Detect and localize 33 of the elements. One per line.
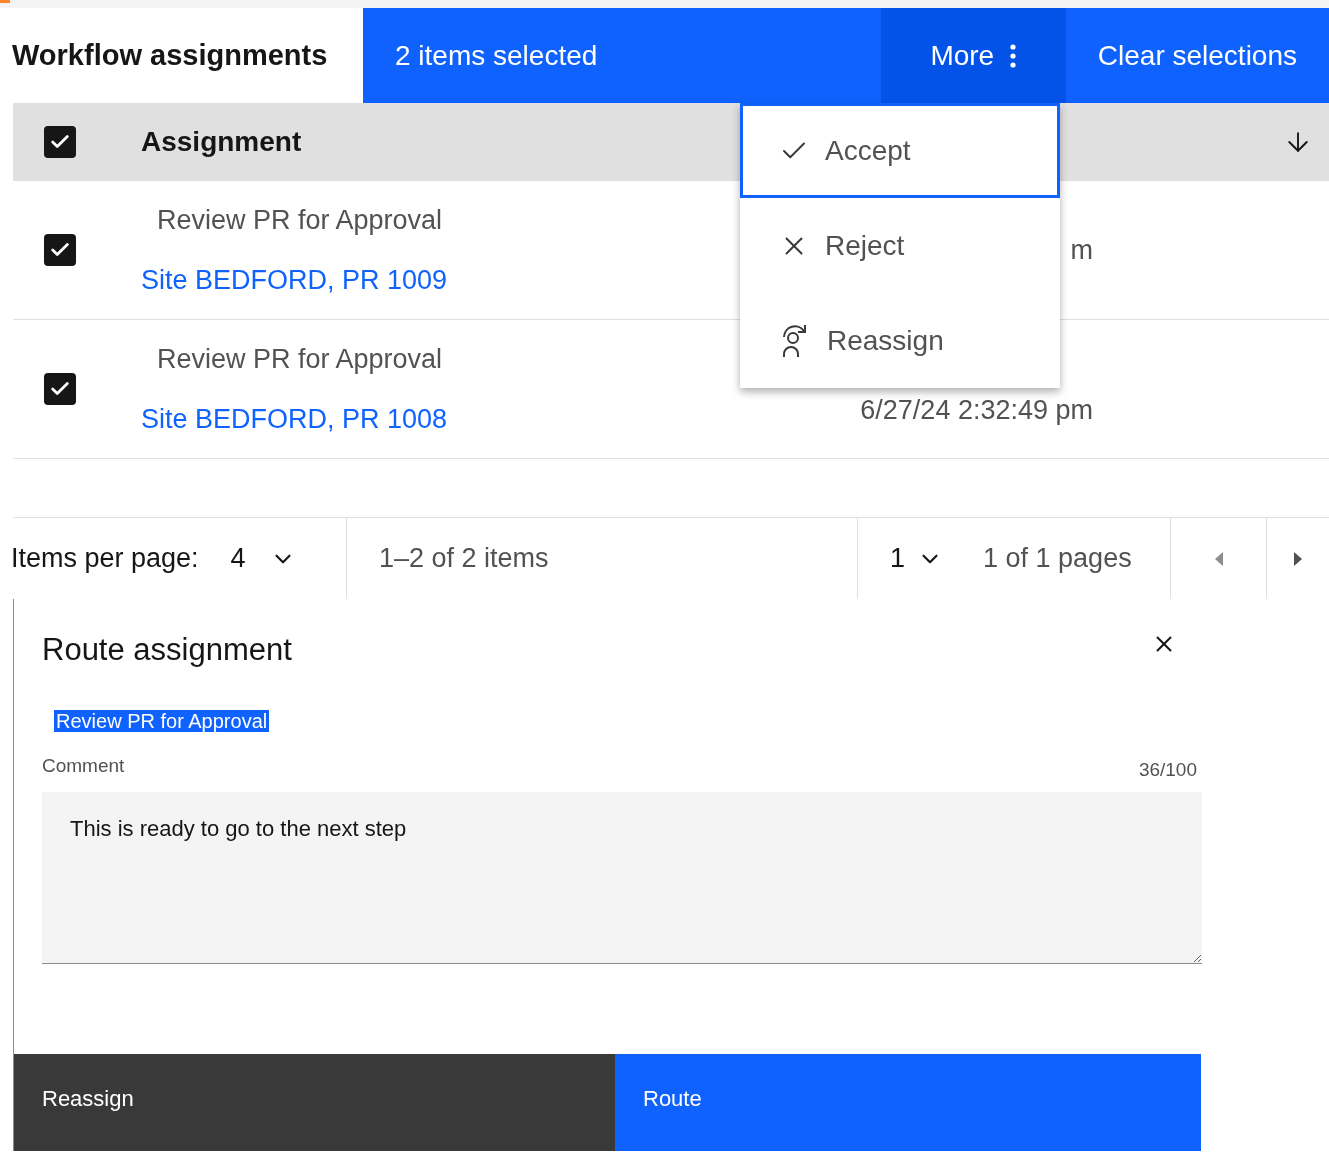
character-counter: 36/100	[1138, 757, 1197, 782]
date-cell-text: m	[1070, 233, 1093, 267]
accent-mark	[0, 0, 10, 3]
page-size-select[interactable]: 4	[230, 538, 296, 579]
site-link[interactable]: Site BEDFORD, PR 1009	[141, 260, 448, 301]
comment-field[interactable]: This is ready to go to the next step	[42, 792, 1202, 964]
caret-right-icon	[1293, 551, 1303, 566]
menu-item[interactable]: Accept	[740, 103, 1060, 198]
comment-label: Comment	[42, 753, 125, 778]
route-button[interactable]: Route	[615, 1054, 1201, 1151]
panel-title: Route assignment	[42, 631, 292, 669]
column-header[interactable]: Assignment	[141, 121, 302, 163]
site-link[interactable]: Site BEDFORD, PR 1008	[141, 399, 448, 440]
assignment-title: Review PR for Approval	[156, 203, 444, 237]
checkbox[interactable]	[44, 234, 76, 266]
checkbox[interactable]	[44, 126, 76, 158]
date-cell-text: 6/27/24 2:32:49 pm	[860, 393, 1093, 427]
selected-text: Review PR for Approval	[54, 709, 270, 732]
clear-selections-button[interactable]: Clear selections	[1065, 8, 1329, 103]
items-per-page-label: Items per page:	[11, 542, 199, 576]
assignment-title: Review PR for Approval	[156, 342, 444, 376]
menu-item[interactable]: Reject	[740, 198, 1060, 293]
more-button[interactable]: More	[880, 8, 1066, 103]
menu-item[interactable]: Reassign	[740, 293, 1060, 388]
selection-count: 2 items selected	[394, 38, 599, 73]
item-range: 1–2 of 2 items	[378, 542, 550, 576]
page-select[interactable]: 1	[890, 538, 944, 579]
overflow-icon	[1010, 43, 1017, 68]
page-title: Workflow assignments	[12, 37, 328, 73]
reassign-button[interactable]: Reassign	[14, 1054, 615, 1151]
caret-left-icon	[1213, 551, 1224, 566]
page-count: 1 of 1 pages	[983, 542, 1132, 576]
checkbox[interactable]	[44, 373, 76, 405]
